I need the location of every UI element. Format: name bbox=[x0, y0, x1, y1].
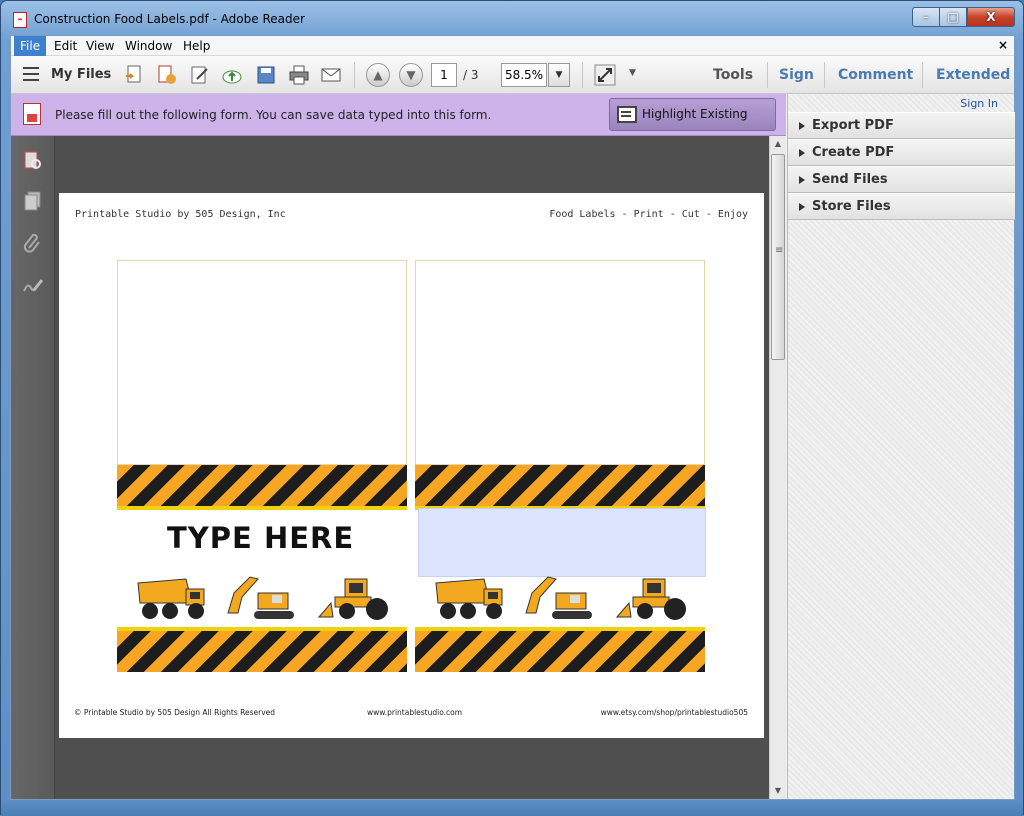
page-thumbnails-icon[interactable] bbox=[22, 150, 44, 172]
menu-help[interactable]: Help bbox=[177, 36, 216, 56]
food-label-card bbox=[117, 260, 407, 465]
excavator-icon bbox=[525, 576, 592, 619]
toolbar-separator bbox=[354, 62, 355, 88]
hamburger-menu-icon[interactable] bbox=[23, 67, 39, 81]
attachments-icon[interactable] bbox=[22, 232, 44, 254]
send-files-section[interactable]: Send Files bbox=[788, 166, 1015, 193]
close-button[interactable]: X bbox=[967, 7, 1015, 27]
menu-window[interactable]: Window bbox=[119, 36, 178, 56]
maximize-icon: □ bbox=[947, 10, 959, 24]
page-header-right: Food Labels - Print - Cut - Enjoy bbox=[549, 209, 748, 220]
arrow-up-icon: ▲ bbox=[373, 68, 383, 82]
vertical-scrollbar[interactable]: ▲ ▼ bbox=[769, 136, 786, 799]
previous-page-button[interactable]: ▲ bbox=[366, 63, 390, 87]
page-footer-etsy: www.etsy.com/shop/printablestudio505 bbox=[600, 708, 748, 717]
menu-bar: File Edit View Window Help × bbox=[11, 36, 1014, 56]
arrow-down-icon: ▼ bbox=[406, 68, 416, 82]
close-document-icon[interactable]: × bbox=[998, 38, 1008, 52]
scroll-up-icon[interactable]: ▲ bbox=[770, 136, 786, 152]
tools-right-panel: Sign In Export PDF Create PDF Send Files… bbox=[787, 94, 1015, 799]
page-number-input[interactable]: 1 bbox=[431, 63, 457, 87]
client-area: File Edit View Window Help × My Files ▲ … bbox=[10, 35, 1015, 800]
scroll-down-icon[interactable]: ▼ bbox=[770, 783, 786, 799]
print-icon[interactable] bbox=[288, 64, 310, 86]
menu-edit[interactable]: Edit bbox=[48, 36, 83, 56]
tools-pane-button[interactable]: Tools bbox=[713, 67, 753, 83]
form-message: Please fill out the following form. You … bbox=[55, 108, 492, 122]
sign-in-link[interactable]: Sign In bbox=[960, 97, 998, 110]
hazard-stripe bbox=[117, 627, 407, 672]
pdf-file-icon: ⌁ bbox=[13, 12, 27, 28]
email-icon[interactable] bbox=[320, 64, 342, 86]
highlight-fields-icon bbox=[617, 106, 637, 123]
minimize-icon: – bbox=[923, 10, 929, 24]
create-pdf-section[interactable]: Create PDF bbox=[788, 139, 1015, 166]
maximize-button[interactable]: □ bbox=[939, 7, 967, 27]
zoom-dropdown-button[interactable]: ▼ bbox=[548, 63, 570, 87]
close-icon: X bbox=[986, 10, 996, 24]
toolbar-separator bbox=[582, 62, 583, 88]
comment-pane-button[interactable]: Comment bbox=[838, 67, 913, 83]
save-icon[interactable] bbox=[255, 64, 277, 86]
label-text-field[interactable] bbox=[418, 508, 706, 577]
highlight-existing-fields-button[interactable]: Highlight Existing Fields bbox=[609, 98, 776, 152]
menu-file[interactable]: File bbox=[14, 36, 47, 56]
form-document-icon bbox=[23, 103, 41, 125]
sign-pane-button[interactable]: Sign bbox=[779, 67, 814, 83]
my-files-button[interactable]: My Files bbox=[51, 67, 111, 82]
scrollbar-thumb[interactable] bbox=[771, 154, 785, 360]
type-here-text: TYPE HERE bbox=[167, 521, 355, 555]
fit-page-icon[interactable] bbox=[594, 64, 616, 86]
customize-toolbar-icon[interactable]: ▼ bbox=[629, 68, 636, 78]
hazard-stripe bbox=[415, 465, 705, 510]
toolbar-separator bbox=[767, 62, 768, 88]
window-title: Construction Food Labels.pdf - Adobe Rea… bbox=[34, 12, 305, 26]
edit-document-icon[interactable] bbox=[189, 64, 211, 86]
window-bottom-border bbox=[1, 800, 1023, 816]
pdf-page: Printable Studio by 505 Design, Inc Food… bbox=[59, 193, 764, 738]
toolbar-separator bbox=[824, 62, 825, 88]
toolbar: My Files ▲ ▼ 1 / 3 58.5% ▼ ▼ Tools Sign … bbox=[11, 56, 1014, 94]
hazard-stripe bbox=[117, 465, 407, 510]
page-footer-website: www.printablestudio.com bbox=[367, 708, 463, 717]
hazard-stripe bbox=[415, 627, 705, 672]
cloud-upload-icon[interactable] bbox=[221, 64, 243, 86]
chevron-down-icon: ▼ bbox=[555, 70, 563, 80]
application-window: ⌁ Construction Food Labels.pdf - Adobe R… bbox=[0, 0, 1024, 816]
form-notification-bar: Please fill out the following form. You … bbox=[11, 94, 786, 152]
pages-icon[interactable] bbox=[22, 190, 44, 212]
dump-truck-icon bbox=[137, 578, 205, 619]
bulldozer-icon bbox=[317, 578, 388, 620]
bulldozer-icon bbox=[615, 578, 686, 620]
zoom-level-input[interactable]: 58.5% bbox=[501, 63, 547, 87]
signatures-icon[interactable] bbox=[22, 274, 44, 296]
dump-truck-icon bbox=[435, 578, 503, 619]
export-pdf-section[interactable]: Export PDF bbox=[788, 112, 1015, 139]
food-label-card bbox=[415, 260, 705, 465]
menu-view[interactable]: View bbox=[80, 36, 120, 56]
navigation-pane bbox=[11, 136, 55, 799]
page-header-left: Printable Studio by 505 Design, Inc bbox=[75, 209, 286, 220]
excavator-icon bbox=[227, 576, 294, 619]
page-footer-copyright: © Printable Studio by 505 Design All Rig… bbox=[74, 708, 276, 717]
title-bar[interactable]: ⌁ Construction Food Labels.pdf - Adobe R… bbox=[1, 1, 1023, 35]
minimize-button[interactable]: – bbox=[912, 7, 940, 27]
store-files-section[interactable]: Store Files bbox=[788, 193, 1015, 220]
extended-pane-button[interactable]: Extended bbox=[936, 67, 1010, 83]
open-file-icon[interactable] bbox=[123, 64, 145, 86]
create-pdf-icon[interactable] bbox=[156, 64, 178, 86]
page-total-label: / 3 bbox=[463, 68, 479, 82]
toolbar-separator bbox=[922, 62, 923, 88]
next-page-button[interactable]: ▼ bbox=[399, 63, 423, 87]
